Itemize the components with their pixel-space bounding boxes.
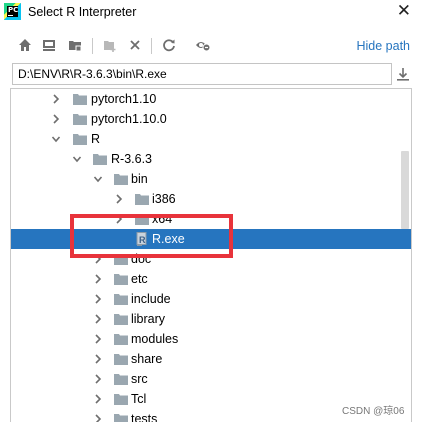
tree-item-label: R-3.6.3 xyxy=(111,152,152,166)
folder-icon xyxy=(73,133,87,145)
path-row xyxy=(0,63,423,85)
folder-icon xyxy=(114,173,128,185)
home-icon[interactable] xyxy=(16,36,34,54)
tree-item-label: pytorch1.10 xyxy=(91,92,157,106)
chevron-right-icon[interactable] xyxy=(114,192,124,206)
tree-row[interactable]: R-3.6.3 xyxy=(11,149,411,169)
new-folder-icon[interactable] xyxy=(101,36,119,54)
window-title: Select R Interpreter xyxy=(28,5,137,19)
tree-item-label: include xyxy=(131,292,171,306)
folder-icon xyxy=(114,293,128,305)
chevron-right-icon[interactable] xyxy=(93,312,103,326)
tree-row[interactable]: i386 xyxy=(11,189,411,209)
tree-item-label: modules xyxy=(131,332,179,346)
folder-icon xyxy=(114,393,128,405)
scrollbar-track[interactable] xyxy=(399,89,411,422)
desktop-icon[interactable] xyxy=(40,36,58,54)
tree-row[interactable]: share xyxy=(11,349,411,369)
folder-icon xyxy=(114,373,128,385)
scrollbar-thumb[interactable] xyxy=(401,151,409,229)
tree-row[interactable]: pytorch1.10 xyxy=(11,89,411,109)
delete-icon[interactable] xyxy=(126,36,144,54)
folder-icon xyxy=(114,413,128,422)
tree-item-label: share xyxy=(131,352,163,366)
folder-icon xyxy=(114,273,128,285)
chevron-right-icon[interactable] xyxy=(93,372,103,386)
annotation-highlight-box xyxy=(70,214,233,258)
chevron-right-icon[interactable] xyxy=(51,92,61,106)
tree-row[interactable]: library xyxy=(11,309,411,329)
chevron-right-icon[interactable] xyxy=(93,292,103,306)
tree-item-label: Tcl xyxy=(131,392,147,406)
toolbar-separator xyxy=(92,38,93,54)
tree-item-label: pytorch1.10.0 xyxy=(91,112,167,126)
chevron-right-icon[interactable] xyxy=(93,412,103,422)
chevron-right-icon[interactable] xyxy=(51,112,61,126)
tree-row[interactable]: R xyxy=(11,129,411,149)
tree-item-label: library xyxy=(131,312,166,326)
chevron-right-icon[interactable] xyxy=(93,332,103,346)
download-icon[interactable] xyxy=(396,65,410,83)
tree-row[interactable]: etc xyxy=(11,269,411,289)
tree-item-label: i386 xyxy=(152,192,176,206)
pycharm-icon: PC xyxy=(4,3,21,20)
chevron-down-icon[interactable] xyxy=(72,152,82,166)
tree-item-label: etc xyxy=(131,272,148,286)
tree-item-label: tests xyxy=(131,412,158,422)
folder-icon xyxy=(73,93,87,105)
tree-row[interactable]: modules xyxy=(11,329,411,349)
chevron-right-icon[interactable] xyxy=(93,272,103,286)
tree-item-label: R xyxy=(91,132,101,146)
tree-row[interactable]: src xyxy=(11,369,411,389)
toolbar-separator xyxy=(151,38,152,54)
tree-row[interactable]: pytorch1.10.0 xyxy=(11,109,411,129)
folder-icon xyxy=(114,333,128,345)
toolbar: Hide path xyxy=(0,34,423,58)
tree-row[interactable]: include xyxy=(11,289,411,309)
chevron-down-icon[interactable] xyxy=(93,172,103,186)
hide-path-link[interactable]: Hide path xyxy=(356,39,410,53)
folder-icon xyxy=(114,353,128,365)
path-input[interactable] xyxy=(12,63,392,85)
folder-icon xyxy=(135,193,149,205)
tree-row[interactable]: bin xyxy=(11,169,411,189)
project-folder-icon[interactable] xyxy=(66,36,84,54)
chevron-down-icon[interactable] xyxy=(51,132,61,146)
show-hidden-icon[interactable] xyxy=(194,36,212,54)
tree-item-label: bin xyxy=(131,172,148,186)
refresh-icon[interactable] xyxy=(160,36,178,54)
folder-icon xyxy=(73,113,87,125)
tree-item-label: src xyxy=(131,372,148,386)
title-bar: PC Select R Interpreter ✕ xyxy=(0,0,423,26)
folder-icon xyxy=(114,313,128,325)
folder-icon xyxy=(93,153,107,165)
watermark: CSDN @琼06 xyxy=(342,406,405,417)
chevron-right-icon[interactable] xyxy=(93,352,103,366)
close-icon[interactable]: ✕ xyxy=(397,1,411,21)
chevron-right-icon[interactable] xyxy=(93,392,103,406)
